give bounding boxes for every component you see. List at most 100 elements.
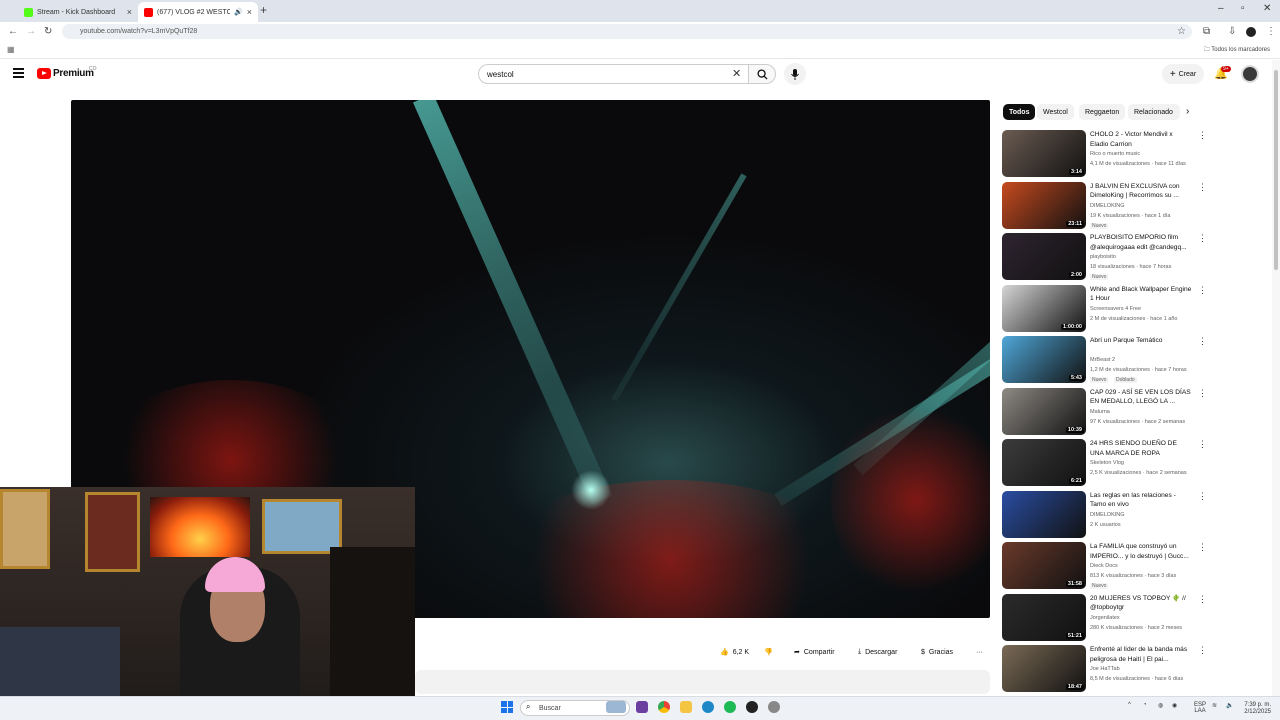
maximize-icon[interactable]: ▫ [1241, 3, 1245, 14]
video-title[interactable]: CHOLO 2 - Victor Mendivil x Eladio Carri… [1090, 130, 1192, 149]
windows-start-icon[interactable] [501, 701, 513, 713]
recommendation-card[interactable]: 6:21 24 HRS SIENDO DUEÑO DE UNA MARCA DE … [1002, 439, 1207, 487]
channel-name[interactable]: DIMELOKING [1090, 512, 1125, 518]
recommendation-card[interactable]: 23:11 J BALVIN EN EXCLUSIVA con DimeloKin… [1002, 181, 1207, 230]
more-options-icon[interactable]: ⋮ [1198, 336, 1207, 347]
browser-menu-icon[interactable]: ⋮ [1266, 26, 1276, 37]
close-icon[interactable]: × [127, 7, 132, 17]
video-thumbnail[interactable]: 10:39 [1002, 387, 1086, 435]
tray-app-icon[interactable]: ◔ [1143, 702, 1147, 708]
recommendation-card[interactable]: 10:39 CAP 029 - ASÍ SE VEN LOS DÍAS EN ME… [1002, 387, 1207, 436]
video-thumbnail[interactable]: 23:11 [1002, 181, 1086, 229]
search-input[interactable]: westcol [478, 64, 748, 84]
more-options-icon[interactable]: ⋮ [1198, 645, 1207, 656]
thanks-button[interactable]: $ Gracias [921, 644, 953, 660]
recommendation-card[interactable]: Las reglas en las relaciones - Tamo en v… [1002, 490, 1207, 539]
recommendation-card[interactable]: 2:00 PLAYBOISITO EMPORIO film @alequiroga… [1002, 233, 1207, 281]
recommendation-card[interactable]: 31:58 La FAMILIA que construyó un IMPERIO… [1002, 542, 1207, 590]
video-title[interactable]: Las reglas en las relaciones - Tamo en v… [1090, 491, 1192, 510]
video-title[interactable]: J BALVIN EN EXCLUSIVA con DimeloKing | R… [1090, 182, 1192, 201]
edge-icon[interactable] [702, 701, 714, 713]
recommendation-card[interactable]: 5:43 Abrí un Parque Temático MrBeast 2 1,2 … [1002, 336, 1207, 384]
chip-relacionado[interactable]: Relacionado [1128, 104, 1180, 120]
close-icon[interactable]: × [247, 7, 252, 17]
volume-icon[interactable]: 🔈 [1226, 702, 1233, 709]
scrollbar-thumb[interactable] [1274, 70, 1278, 270]
speaker-icon[interactable]: 🔊 [234, 8, 243, 16]
clock[interactable]: 7:39 p. m. 2/12/2025 [1241, 702, 1271, 716]
more-options-icon[interactable]: ⋮ [1198, 388, 1207, 399]
channel-name[interactable]: Jorgenilatex [1090, 615, 1120, 621]
channel-name[interactable]: Malurna [1090, 409, 1110, 415]
recommendation-card[interactable]: 18:47 Enfrenté al líder de la banda más p… [1002, 645, 1207, 693]
more-options-icon[interactable]: ⋮ [1198, 285, 1207, 296]
all-bookmarks-button[interactable]: 🗀 Todos los marcadores [1204, 45, 1270, 55]
youtube-logo-icon[interactable] [37, 68, 51, 79]
minimize-icon[interactable]: – [1218, 3, 1224, 14]
more-options-icon[interactable]: ⋮ [1198, 594, 1207, 605]
clear-search-icon[interactable]: ✕ [732, 67, 741, 80]
chrome-icon[interactable] [658, 701, 670, 713]
video-title[interactable]: White and Black Wallpaper Engine 1 Hour [1090, 285, 1192, 304]
tray-app-icon[interactable]: ◉ [1172, 702, 1177, 709]
more-actions-button[interactable]: ··· [976, 644, 983, 660]
more-options-icon[interactable]: ⋮ [1198, 182, 1207, 193]
video-thumbnail[interactable]: 1:00:00 [1002, 284, 1086, 332]
wifi-icon[interactable]: ≋ [1212, 702, 1217, 709]
video-title[interactable]: CAP 029 - ASÍ SE VEN LOS DÍAS EN MEDALLO… [1090, 388, 1192, 407]
video-title[interactable]: Enfrenté al líder de la banda más peligr… [1090, 645, 1192, 664]
description-box[interactable] [415, 670, 990, 694]
recommendation-card[interactable]: 51:21 20 MUJERES VS TOPBOY 🌵 // @topboytg… [1002, 593, 1207, 642]
tray-app-icon[interactable]: ◍ [1158, 702, 1163, 709]
create-button[interactable]: + Crear [1162, 64, 1204, 84]
copilot-icon[interactable] [636, 701, 648, 713]
chip-westcol[interactable]: Westcol [1037, 104, 1074, 120]
channel-name[interactable]: Joe HaTTab [1090, 666, 1120, 672]
more-options-icon[interactable]: ⋮ [1198, 491, 1207, 502]
video-thumbnail[interactable]: 18:47 [1002, 645, 1086, 692]
video-thumbnail[interactable]: 2:00 [1002, 233, 1086, 280]
forward-icon[interactable]: → [26, 26, 36, 37]
chip-reggaeton[interactable]: Reggaeton [1079, 104, 1126, 120]
chip-todos[interactable]: Todos [1003, 104, 1036, 120]
download-button[interactable]: ⤓ Descargar [858, 644, 897, 660]
tab-youtube[interactable]: (677) VLOG #2 WESTCOL E 🔊 × [138, 2, 258, 22]
video-thumbnail[interactable]: 6:21 [1002, 439, 1086, 486]
apps-icon[interactable]: ▦ [7, 45, 15, 54]
recommendation-card[interactable]: 3:14 CHOLO 2 - Victor Mendivil x Eladio C… [1002, 130, 1207, 178]
back-icon[interactable]: ← [8, 26, 18, 37]
more-options-icon[interactable]: ⋮ [1198, 542, 1207, 553]
more-options-icon[interactable]: ⋮ [1198, 439, 1207, 450]
downloads-icon[interactable]: ⇩ [1228, 26, 1236, 37]
dislike-button[interactable]: 👎 [764, 644, 773, 660]
channel-name[interactable]: Rico o muerto music [1090, 151, 1140, 157]
reload-icon[interactable]: ↻ [44, 26, 52, 37]
spotify-icon[interactable] [724, 701, 736, 713]
url-field[interactable]: youtube.com/watch?v=L3mVpQuTf28 [62, 24, 1192, 39]
video-thumbnail[interactable]: 5:43 [1002, 336, 1086, 383]
new-tab-button[interactable]: + [260, 3, 267, 17]
tab-kick[interactable]: Stream - Kick Dashboard × [18, 2, 138, 22]
video-title[interactable]: Abrí un Parque Temático [1090, 336, 1192, 346]
more-options-icon[interactable]: ⋮ [1198, 130, 1207, 141]
premium-logo-text[interactable]: Premium [53, 68, 94, 79]
video-title[interactable]: 24 HRS SIENDO DUEÑO DE UNA MARCA DE ROPA… [1090, 439, 1192, 459]
channel-name[interactable]: MrBeast 2 [1090, 357, 1115, 363]
bookmark-star-icon[interactable]: ☆ [1177, 26, 1186, 37]
hamburger-menu-icon[interactable] [13, 68, 24, 78]
share-button[interactable]: ➦ Compartir [794, 644, 835, 660]
profile-icon[interactable] [1246, 27, 1256, 37]
channel-name[interactable]: DIMELOKING [1090, 203, 1125, 209]
search-button[interactable] [748, 64, 776, 84]
channel-name[interactable]: playboisito [1090, 254, 1116, 260]
obs-icon[interactable] [746, 701, 758, 713]
video-thumbnail[interactable]: 31:58 [1002, 542, 1086, 589]
file-explorer-icon[interactable] [680, 701, 692, 713]
video-title[interactable]: PLAYBOISITO EMPORIO film @alequirogaaa e… [1090, 233, 1192, 252]
window-close-icon[interactable]: ✕ [1263, 3, 1271, 14]
recommendation-card[interactable]: 1:00:00 White and Black Wallpaper Engine … [1002, 284, 1207, 333]
video-title[interactable]: 20 MUJERES VS TOPBOY 🌵 // @topboytgr [1090, 594, 1192, 613]
video-thumbnail[interactable]: 51:21 [1002, 593, 1086, 641]
extensions-icon[interactable]: ⧉ [1203, 26, 1210, 37]
settings-gear-icon[interactable] [768, 701, 780, 713]
